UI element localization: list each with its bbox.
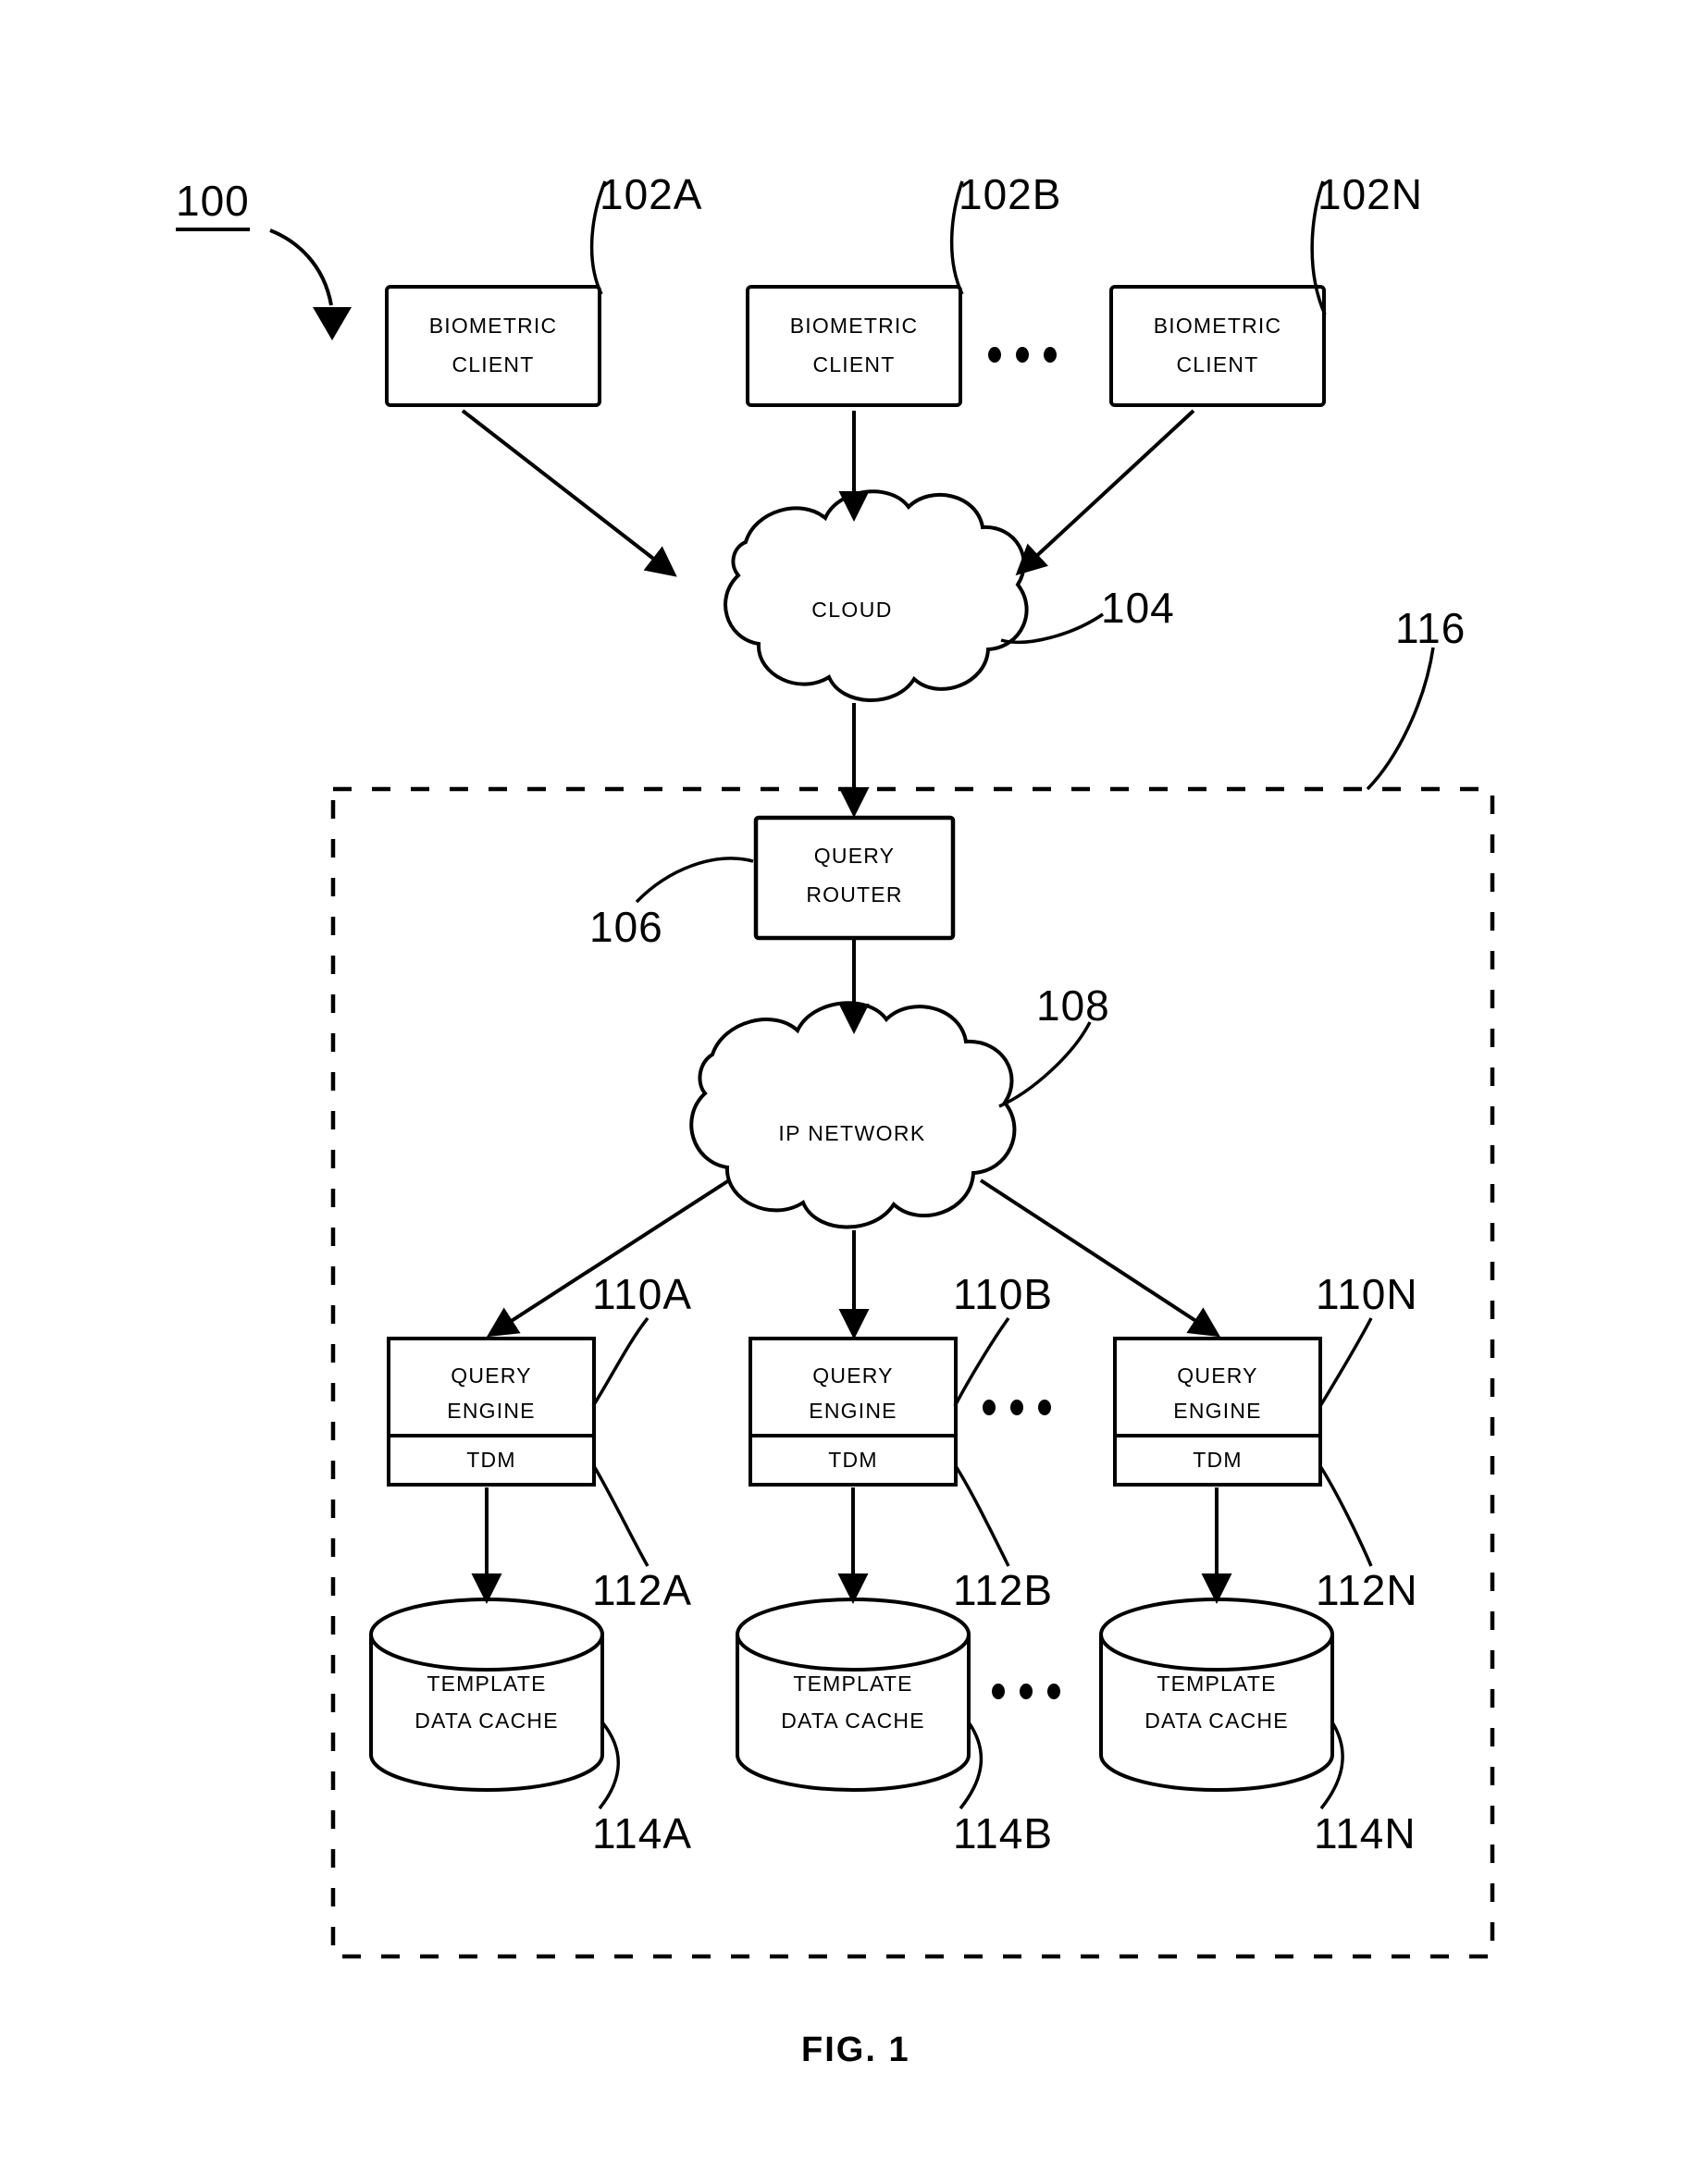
template-cache-line1: TEMPLATE: [427, 1672, 547, 1696]
leader-106: [635, 857, 754, 904]
ref-102A: 102A: [600, 170, 703, 218]
ip-network-label: IP NETWORK: [778, 1121, 926, 1145]
biometric-client-line2: CLIENT: [812, 352, 896, 376]
template-data-cache-label-114N: TEMPLATE DATA CACHE: [1101, 1665, 1332, 1739]
biometric-client-line2: CLIENT: [452, 352, 535, 376]
arrow-client-n-to-cloud: [1015, 409, 1195, 576]
biometric-client-label-102B: BIOMETRIC CLIENT: [748, 306, 960, 384]
ellipsis-clients: [988, 347, 1057, 363]
leader-112N: [1318, 1465, 1373, 1567]
tdm-label-112N: TDM: [1193, 1448, 1243, 1472]
template-cache-line2: DATA CACHE: [414, 1709, 559, 1733]
query-engine-label-110N: QUERY ENGINE: [1115, 1358, 1320, 1428]
ellipsis-dot: [1020, 1684, 1033, 1699]
ellipsis-dot: [1044, 347, 1057, 363]
ref-102B: 102B: [959, 170, 1062, 218]
leader-112A: [592, 1465, 650, 1567]
cloud-shape-104: [724, 489, 1029, 702]
query-router-line1: QUERY: [813, 844, 896, 868]
ref-112N: 112N: [1316, 1566, 1418, 1614]
query-engine-line2: ENGINE: [447, 1399, 536, 1423]
ref-102N: 102N: [1318, 170, 1423, 218]
ellipsis-dot: [1016, 347, 1029, 363]
biometric-client-line2: CLIENT: [1176, 352, 1259, 376]
ellipsis-dot: [1010, 1400, 1023, 1415]
query-engine-label-110B: QUERY ENGINE: [750, 1358, 956, 1428]
ref-114N: 114N: [1314, 1809, 1417, 1857]
template-data-cache-label-114B: TEMPLATE DATA CACHE: [737, 1665, 969, 1739]
tdm-label-112A: TDM: [466, 1448, 516, 1472]
arrow-client-a-to-cloud: [461, 409, 677, 577]
query-engine-line1: QUERY: [451, 1363, 532, 1388]
ref-110A: 110A: [592, 1270, 693, 1318]
query-router-label: QUERY ROUTER: [756, 836, 953, 914]
ref-100: 100: [176, 176, 250, 231]
template-cache-line1: TEMPLATE: [793, 1672, 913, 1696]
patent-figure: 100 102A 102B 102N BIOMETRIC CLIENT BIOM…: [0, 0, 1695, 2184]
leader-116: [1366, 647, 1435, 791]
query-engine-line2: ENGINE: [809, 1399, 897, 1423]
ellipsis-dot: [1038, 1400, 1051, 1415]
biometric-client-line1: BIOMETRIC: [428, 314, 558, 338]
query-engine-label-110A: QUERY ENGINE: [389, 1358, 594, 1428]
ref-112A: 112A: [592, 1566, 693, 1614]
ellipsis-dot: [992, 1684, 1005, 1699]
figure-caption: FIG. 1: [801, 2030, 910, 2069]
ref-110B: 110B: [953, 1270, 1054, 1318]
ellipsis-caches: [992, 1684, 1060, 1699]
ip-network-cloud-shape-108: [689, 1001, 1017, 1229]
leader-108: [998, 1021, 1092, 1108]
template-cache-line2: DATA CACHE: [1144, 1709, 1289, 1733]
leader-110A: [591, 1316, 650, 1407]
ref-114B: 114B: [953, 1809, 1054, 1857]
biometric-client-line1: BIOMETRIC: [1153, 314, 1282, 338]
ref-112B: 112B: [953, 1566, 1054, 1614]
ref-110N: 110N: [1316, 1270, 1418, 1318]
tdm-label-112B: TDM: [828, 1448, 878, 1472]
template-data-cache-label-114A: TEMPLATE DATA CACHE: [371, 1665, 602, 1739]
ref-116: 116: [1395, 604, 1466, 652]
leader-100-arrowhead: [313, 307, 352, 340]
query-engine-line1: QUERY: [812, 1363, 894, 1388]
ellipsis-dot: [988, 347, 1001, 363]
query-router-line2: ROUTER: [806, 882, 903, 907]
template-cache-line2: DATA CACHE: [781, 1709, 925, 1733]
query-engine-line1: QUERY: [1177, 1363, 1258, 1388]
ref-108: 108: [1036, 981, 1110, 1030]
cloud-label: CLOUD: [811, 598, 893, 622]
ellipsis-dot: [1047, 1684, 1060, 1699]
leader-110N: [1318, 1317, 1373, 1407]
leader-112B: [954, 1465, 1010, 1567]
query-engine-line2: ENGINE: [1173, 1399, 1262, 1423]
biometric-client-label-102A: BIOMETRIC CLIENT: [387, 306, 600, 384]
ref-104: 104: [1101, 584, 1175, 632]
leader-110B: [953, 1316, 1010, 1407]
ref-106: 106: [589, 903, 663, 951]
ellipsis-dot: [983, 1400, 996, 1415]
biometric-client-line1: BIOMETRIC: [789, 314, 919, 338]
leader-100: [269, 228, 333, 306]
biometric-client-label-102N: BIOMETRIC CLIENT: [1111, 306, 1324, 384]
ref-114A: 114A: [592, 1809, 693, 1857]
ellipsis-engines: [983, 1400, 1051, 1415]
template-cache-line1: TEMPLATE: [1157, 1672, 1277, 1696]
